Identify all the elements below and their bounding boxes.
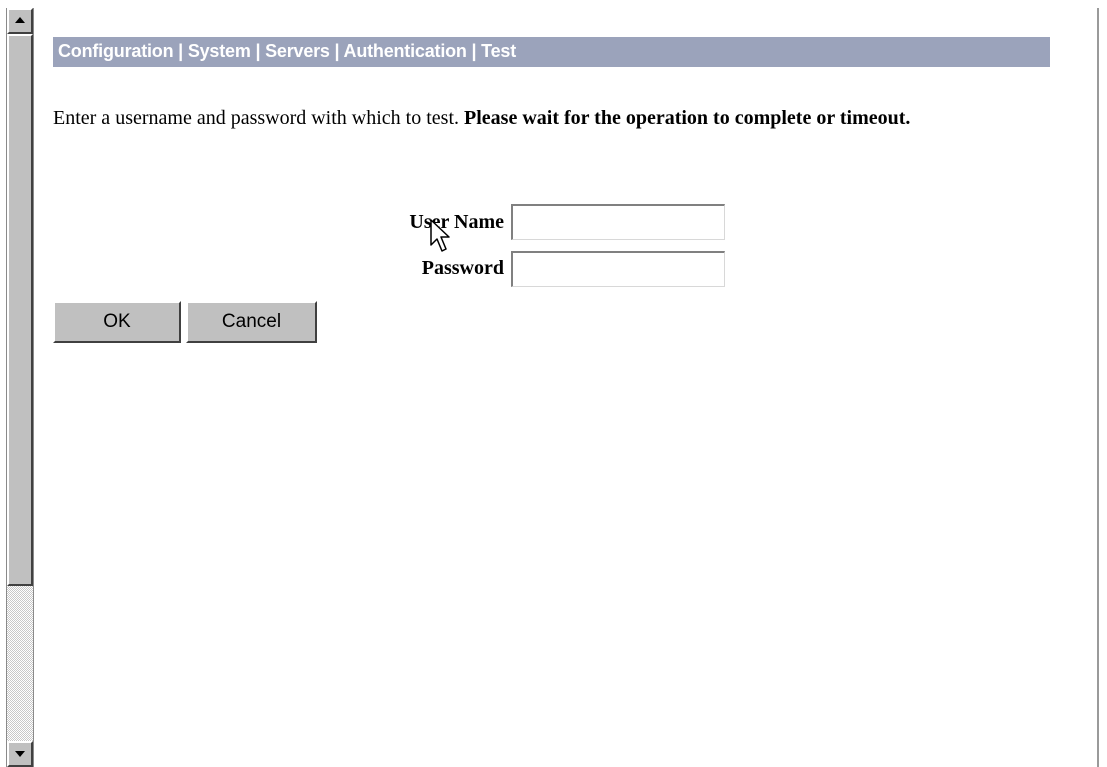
instructions-body: Enter a username and password with which… xyxy=(53,107,460,129)
scroll-up-button[interactable] xyxy=(7,8,33,34)
password-field[interactable] xyxy=(511,251,725,287)
ok-button[interactable]: OK xyxy=(53,301,181,343)
scrollbar-thumb[interactable] xyxy=(7,34,33,586)
arrow-down-icon xyxy=(15,751,25,757)
instructions-emphasis: Please wait for the operation to complet… xyxy=(464,107,911,129)
instructions-text: Enter a username and password with which… xyxy=(53,102,1053,134)
scroll-down-button[interactable] xyxy=(7,741,33,767)
breadcrumb: Configuration | System | Servers | Authe… xyxy=(53,37,1050,67)
mouse-pointer-icon xyxy=(430,219,450,252)
breadcrumb-path: Configuration | System | Servers | Authe… xyxy=(58,41,517,61)
username-field[interactable] xyxy=(511,204,725,240)
password-label: Password xyxy=(421,257,504,279)
cancel-button[interactable]: Cancel xyxy=(186,301,317,343)
vertical-scrollbar[interactable] xyxy=(6,8,34,767)
window-right-edge xyxy=(1097,8,1099,767)
username-label: User Name xyxy=(409,211,504,233)
arrow-up-icon xyxy=(15,17,25,23)
browser-content-frame: Configuration | System | Servers | Authe… xyxy=(0,0,1107,767)
